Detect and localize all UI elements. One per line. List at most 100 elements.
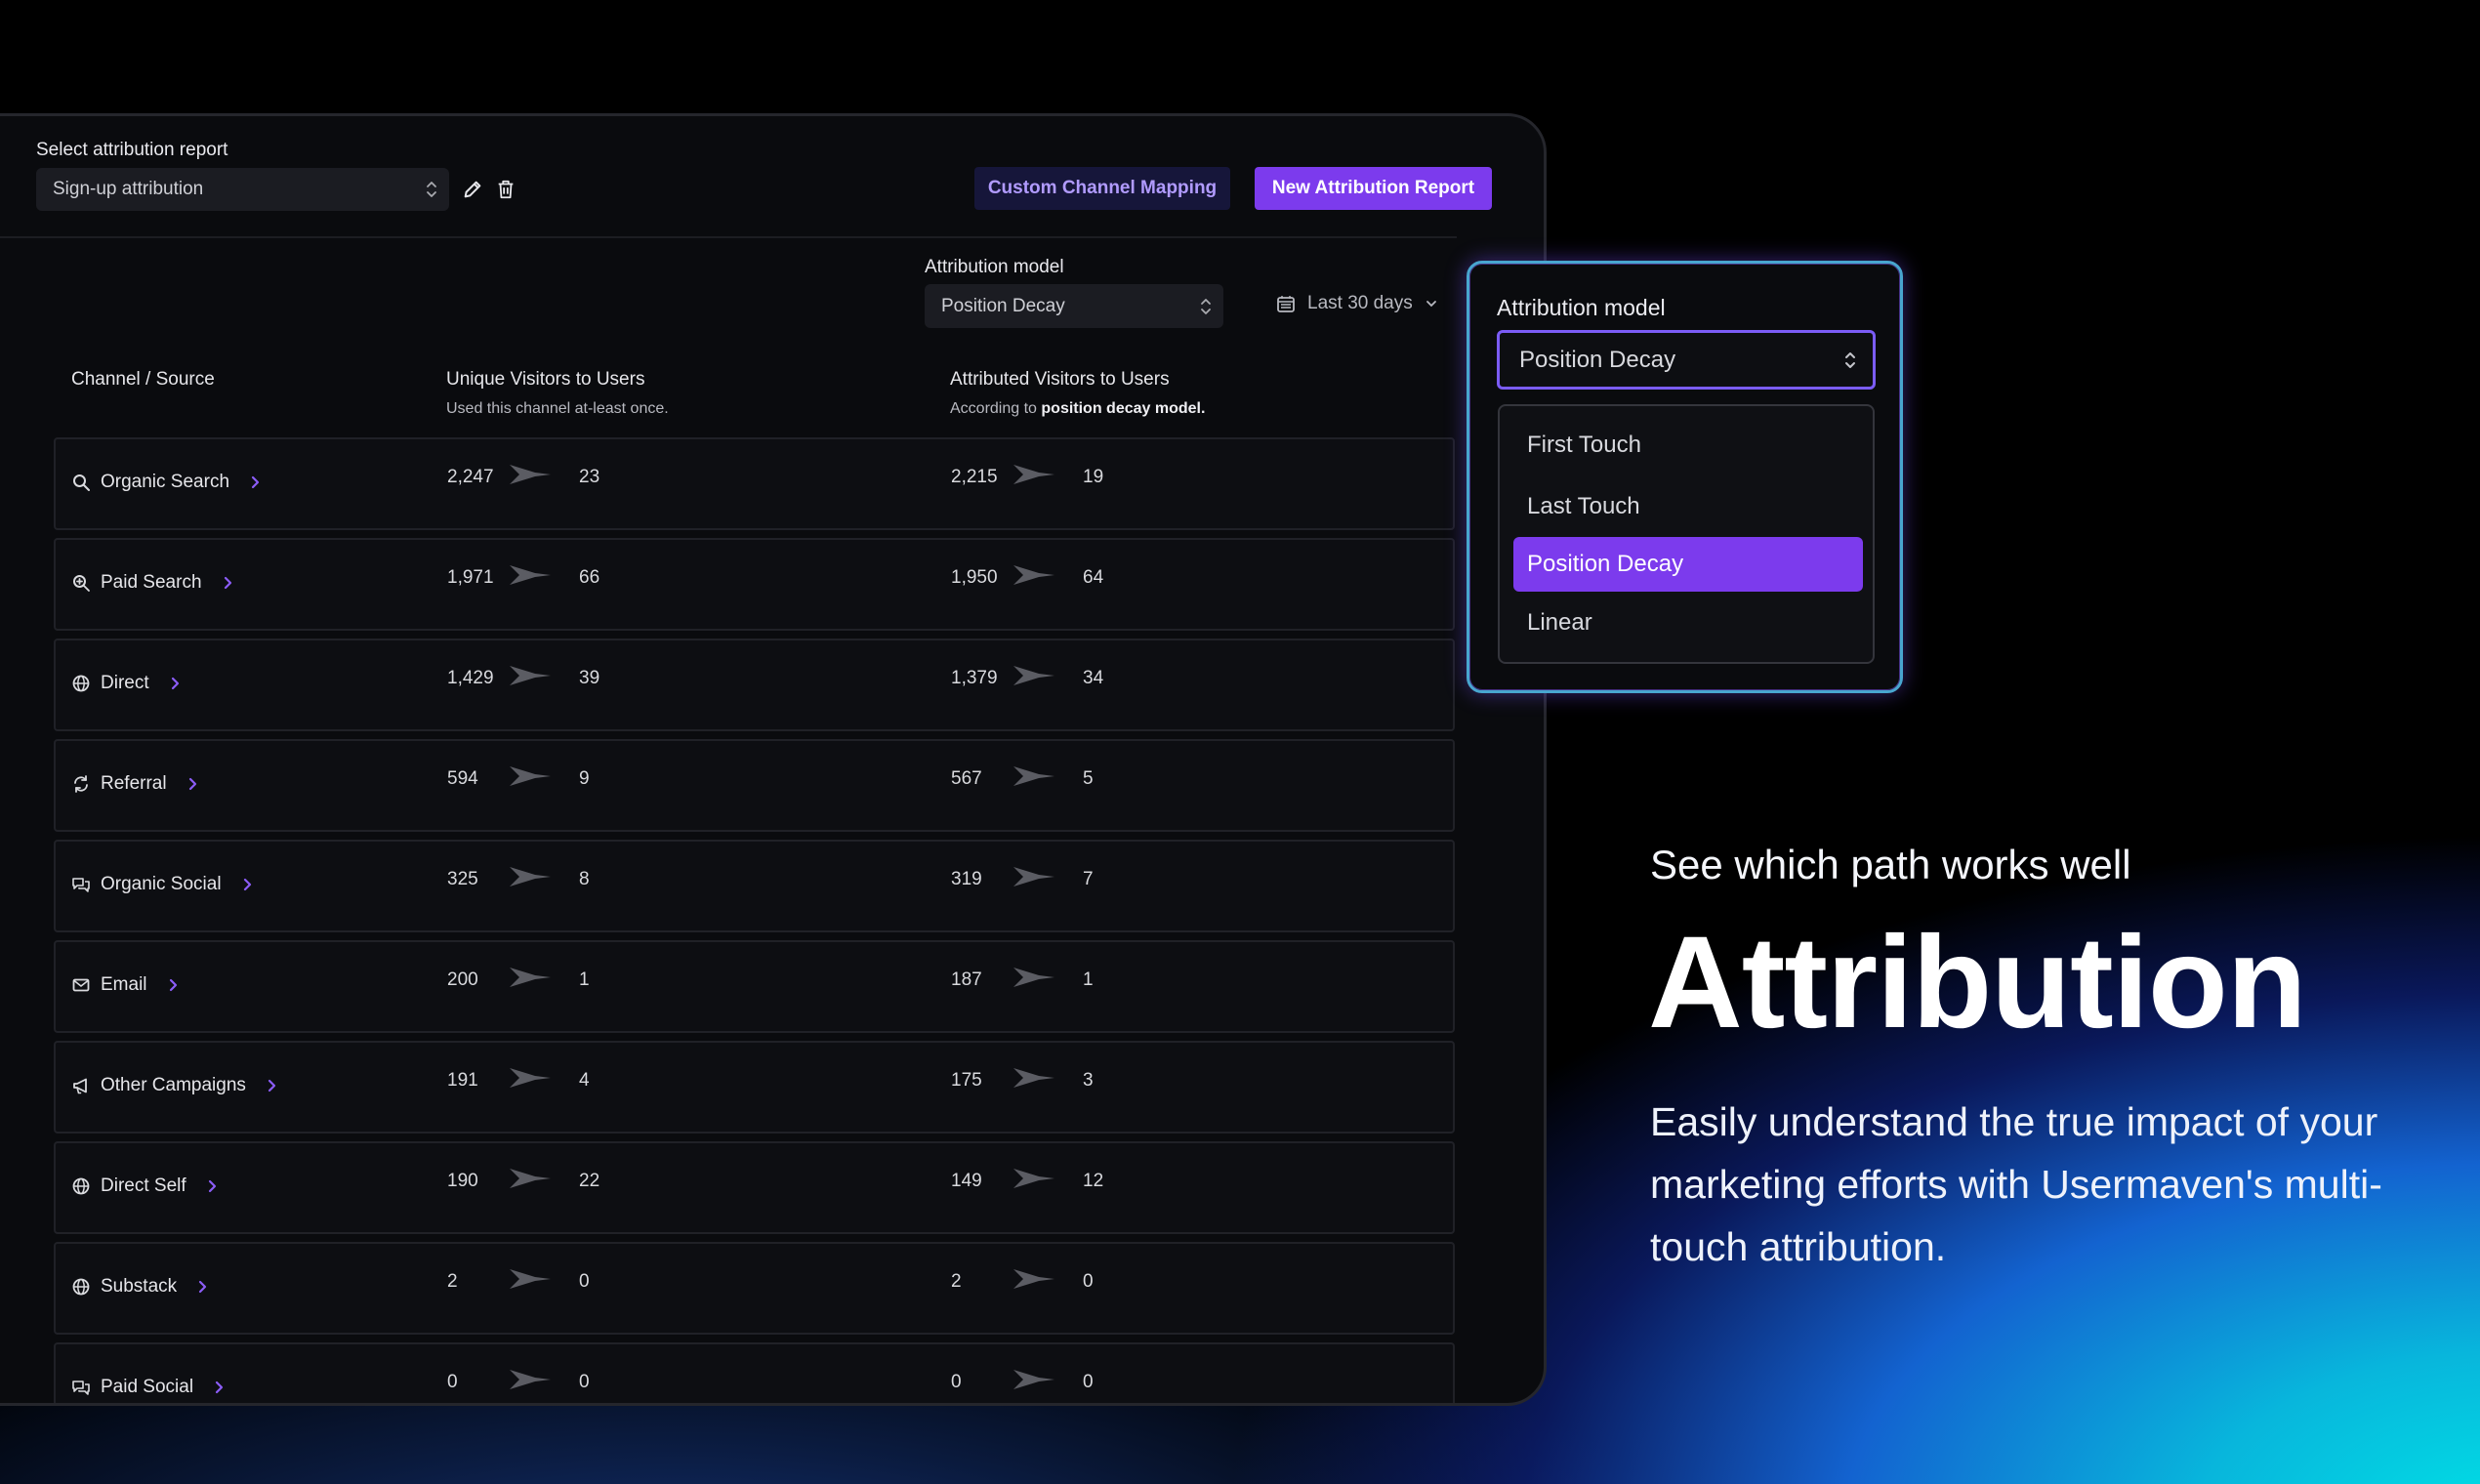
chevron-right-icon[interactable] — [196, 1279, 210, 1295]
channel-name: Organic Search — [101, 472, 230, 492]
channel-cell[interactable]: Email — [71, 974, 181, 996]
channel-cell[interactable]: Direct Self — [71, 1175, 220, 1197]
attributed-users-value: 7 — [1083, 869, 1094, 889]
app-window: Select attribution report Sign-up attrib… — [0, 113, 1547, 1406]
table-row[interactable]: Direct Self 190 22 149 12 — [54, 1141, 1455, 1234]
chevron-right-icon[interactable] — [266, 1078, 279, 1093]
attributed-visitors-value: 175 — [951, 1070, 982, 1091]
unique-users-value: 1 — [579, 969, 590, 990]
new-attribution-report-button[interactable]: New Attribution Report — [1255, 167, 1492, 210]
option-last-touch[interactable]: Last Touch — [1513, 479, 1863, 534]
unique-visitors-value: 191 — [447, 1070, 478, 1091]
chevron-right-icon[interactable] — [186, 776, 200, 792]
attributed-visitors-value: 187 — [951, 969, 982, 990]
attributed-users-value: 12 — [1083, 1171, 1104, 1191]
attribution-model-select[interactable]: Position Decay — [925, 284, 1223, 328]
column-header-attributed: Attributed Visitors to Users — [950, 369, 1170, 390]
dropdown-select-value: Position Decay — [1519, 346, 1676, 373]
channel-cell[interactable]: Organic Search — [71, 472, 263, 493]
arrow-right-icon — [1013, 766, 1054, 786]
report-select[interactable]: Sign-up attribution — [36, 168, 449, 211]
attributed-users-value: 0 — [1083, 1271, 1094, 1292]
channel-name: Paid Social — [101, 1377, 194, 1397]
option-position-decay[interactable]: Position Decay — [1513, 537, 1863, 592]
table-row[interactable]: Referral 594 9 567 5 — [54, 739, 1455, 832]
date-range-filter[interactable]: Last 30 days — [1276, 293, 1438, 314]
table-row[interactable]: Paid Search 1,971 66 1,950 64 — [54, 538, 1455, 631]
arrow-right-icon — [1013, 666, 1054, 685]
chevron-right-icon[interactable] — [213, 1380, 227, 1395]
attributed-users-value: 0 — [1083, 1372, 1094, 1392]
dropdown-options-list: First Touch Last Touch Position Decay Li… — [1498, 404, 1875, 664]
table-row[interactable]: Paid Social 0 0 0 0 — [54, 1342, 1455, 1403]
globe-icon — [72, 1278, 90, 1296]
attributed-users-value: 3 — [1083, 1070, 1094, 1091]
select-report-label: Select attribution report — [36, 140, 228, 160]
channel-cell[interactable]: Paid Social — [71, 1377, 227, 1398]
table-row[interactable]: Substack 2 0 2 0 — [54, 1242, 1455, 1335]
channel-cell[interactable]: Substack — [71, 1276, 210, 1298]
globe-icon — [72, 675, 90, 692]
trash-icon — [498, 180, 514, 199]
attributed-visitors-value: 149 — [951, 1171, 982, 1191]
unique-visitors-value: 0 — [447, 1372, 458, 1392]
channel-cell[interactable]: Paid Search — [71, 572, 235, 594]
attribution-model-dropdown: Attribution model Position Decay First T… — [1467, 261, 1903, 693]
toolbar-divider — [0, 236, 1457, 238]
chevron-right-icon[interactable] — [249, 474, 263, 490]
channel-cell[interactable]: Other Campaigns — [71, 1075, 279, 1096]
unique-visitors-value: 1,429 — [447, 668, 494, 688]
channel-name: Direct Self — [101, 1175, 186, 1196]
dropdown-label: Attribution model — [1497, 295, 1666, 320]
attributed-visitors-value: 567 — [951, 768, 982, 789]
unique-users-value: 23 — [579, 467, 600, 487]
table-row[interactable]: Other Campaigns 191 4 175 3 — [54, 1041, 1455, 1134]
chevron-right-icon[interactable] — [206, 1178, 220, 1194]
unique-users-value: 8 — [579, 869, 590, 889]
pencil-icon — [464, 181, 481, 198]
unique-users-value: 66 — [579, 567, 600, 588]
option-linear[interactable]: Linear — [1513, 596, 1863, 650]
table-row[interactable]: Organic Social 325 8 319 7 — [54, 840, 1455, 932]
chevron-right-icon[interactable] — [241, 877, 255, 892]
attributed-visitors-value: 2,215 — [951, 467, 998, 487]
delete-report-button[interactable] — [493, 177, 518, 202]
arrow-right-icon — [510, 766, 551, 786]
channel-cell[interactable]: Organic Social — [71, 874, 255, 895]
chevron-right-icon[interactable] — [167, 977, 181, 993]
edit-report-button[interactable] — [460, 177, 485, 202]
mail-icon — [72, 978, 90, 992]
chevron-right-icon[interactable] — [169, 676, 183, 691]
channel-cell[interactable]: Referral — [71, 773, 200, 795]
dropdown-select[interactable]: Position Decay — [1497, 330, 1876, 390]
updown-chevron-icon — [427, 182, 436, 197]
attributed-visitors-value: 0 — [951, 1372, 962, 1392]
arrow-right-icon — [1013, 968, 1054, 987]
attributed-users-value: 34 — [1083, 668, 1104, 688]
attributed-visitors-value: 1,379 — [951, 668, 998, 688]
table-row[interactable]: Direct 1,429 39 1,379 34 — [54, 639, 1455, 731]
table-row[interactable]: Email 200 1 187 1 — [54, 940, 1455, 1033]
attribution-model-label: Attribution model — [925, 257, 1064, 277]
channel-name: Other Campaigns — [101, 1075, 246, 1095]
custom-channel-mapping-button[interactable]: Custom Channel Mapping — [974, 167, 1230, 210]
date-range-value: Last 30 days — [1307, 293, 1413, 313]
arrow-right-icon — [510, 1068, 551, 1088]
table-row[interactable]: Organic Search 2,247 23 2,215 19 — [54, 437, 1455, 530]
updown-chevron-icon — [1845, 351, 1855, 368]
arrow-right-icon — [510, 1269, 551, 1289]
attributed-sub-prefix: According to — [950, 400, 1037, 417]
column-subheader-attributed: According to position decay model. — [950, 400, 1205, 418]
arrow-right-icon — [510, 968, 551, 987]
arrow-right-icon — [510, 1169, 551, 1188]
channel-name: Direct — [101, 673, 149, 693]
arrow-right-icon — [510, 867, 551, 886]
chevron-right-icon[interactable] — [222, 575, 235, 591]
channel-name: Referral — [101, 773, 167, 794]
calendar-icon — [1277, 296, 1295, 312]
attributed-sub-model: position decay model. — [1041, 400, 1206, 417]
option-first-touch[interactable]: First Touch — [1513, 418, 1863, 473]
unique-users-value: 4 — [579, 1070, 590, 1091]
arrow-right-icon — [510, 465, 551, 484]
channel-cell[interactable]: Direct — [71, 673, 183, 694]
